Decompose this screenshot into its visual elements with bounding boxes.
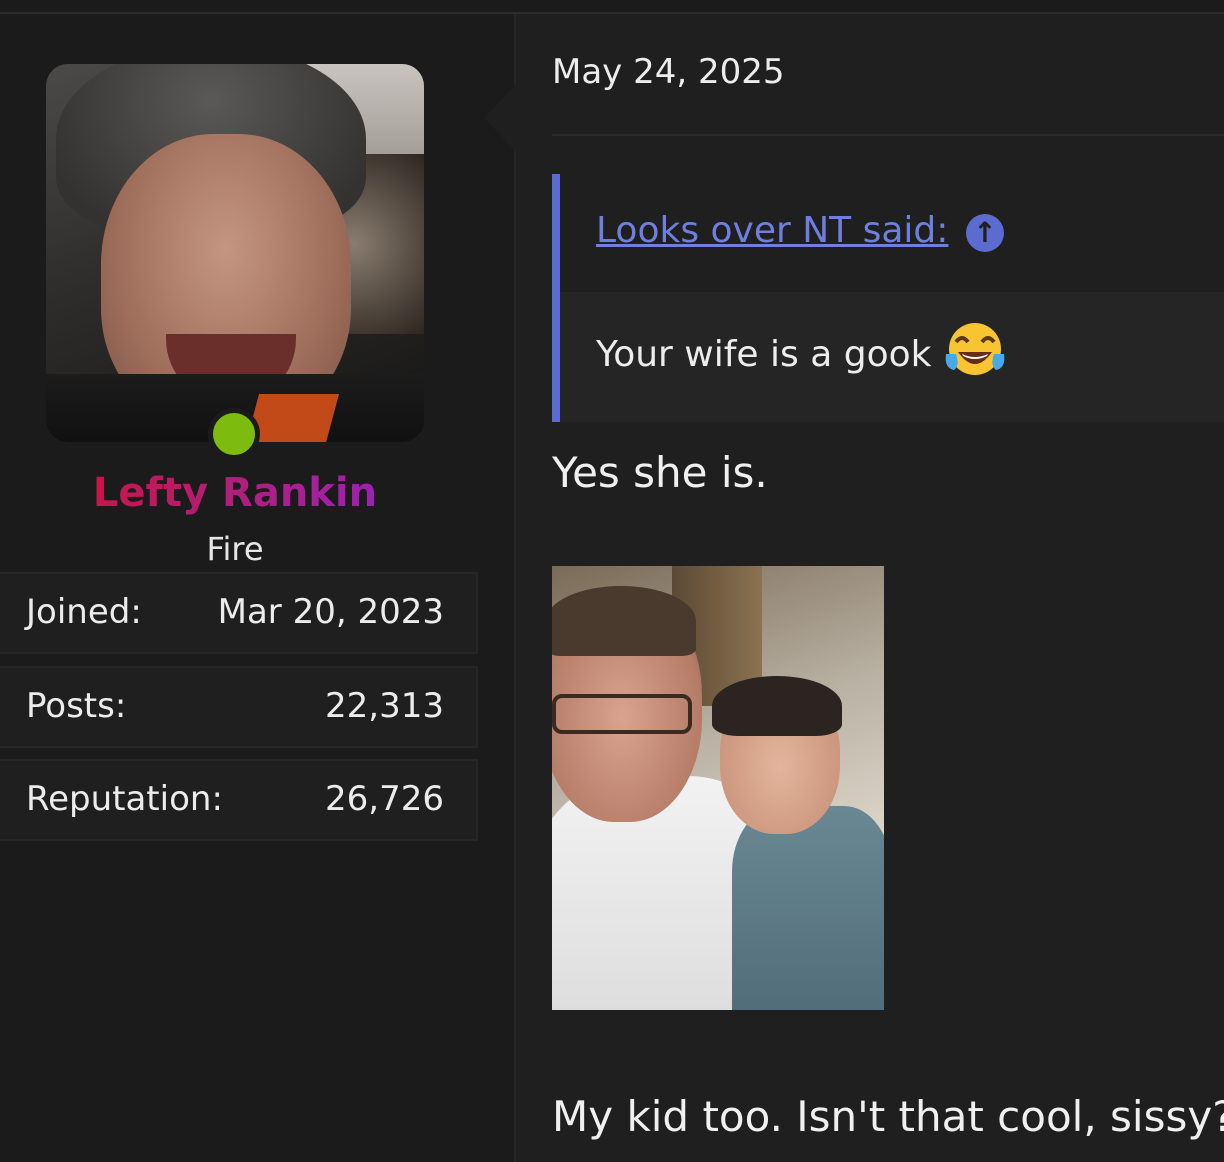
attached-photo[interactable]: [552, 566, 884, 1010]
quote-text: Your wife is a gook: [596, 334, 932, 375]
quote-author-link[interactable]: Looks over NT said:: [596, 210, 948, 251]
message-text: My kid too. Isn't that cool, sissy?: [552, 1092, 1224, 1141]
online-status-indicator: [208, 408, 260, 460]
stat-label: Joined:: [26, 592, 142, 632]
divider: [552, 134, 1224, 136]
stat-value: 22,313: [325, 686, 444, 726]
stat-row-joined: Joined: Mar 20, 2023: [0, 572, 478, 654]
stat-value: 26,726: [325, 779, 444, 819]
user-sidebar: Lefty Rankin Fire Joined: Mar 20, 2023 P…: [0, 14, 516, 1162]
stat-label: Posts:: [26, 686, 127, 726]
post-date[interactable]: May 24, 2025: [552, 52, 785, 92]
photo-child-hair: [712, 676, 842, 736]
post-pointer-arrow: [484, 82, 518, 154]
top-bar: [0, 0, 1224, 14]
stat-value: Mar 20, 2023: [217, 592, 444, 632]
message-text: Yes she is.: [552, 448, 768, 497]
photo-child-shirt: [732, 806, 884, 1010]
stat-row-reputation: Reputation: 26,726: [0, 759, 478, 841]
user-avatar[interactable]: [46, 64, 424, 442]
stat-row-posts: Posts: 22,313: [0, 666, 478, 748]
photo-glasses: [552, 694, 692, 734]
quote-header: Looks over NT said: ↑: [560, 174, 1224, 292]
arrow-up-icon[interactable]: ↑: [966, 214, 1004, 252]
stat-label: Reputation:: [26, 779, 223, 819]
quote-block: Looks over NT said: ↑ Your wife is a goo…: [552, 174, 1224, 422]
photo-man-hair: [552, 586, 696, 656]
tears-of-joy-emoji-icon: [945, 323, 1005, 375]
username[interactable]: Lefty Rankin: [0, 470, 470, 516]
user-title: Fire: [206, 530, 264, 568]
